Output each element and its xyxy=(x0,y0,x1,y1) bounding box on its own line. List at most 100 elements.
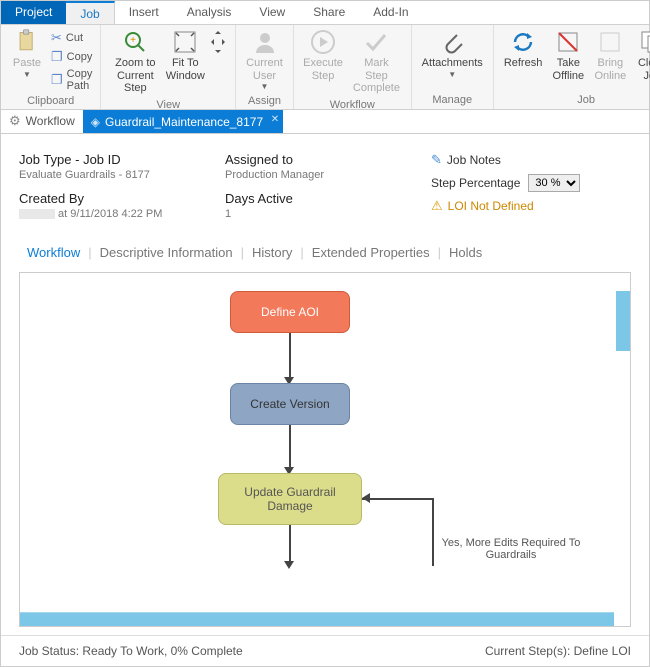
arrowhead-icon xyxy=(284,561,294,569)
copy-button[interactable]: Copy xyxy=(49,48,94,66)
document-tabs: Workflow ◈ Guardrail_Maintenance_8177 ✕ xyxy=(1,110,649,134)
online-icon xyxy=(597,29,623,55)
doc-tab-guardrail[interactable]: ◈ Guardrail_Maintenance_8177 ✕ xyxy=(83,110,283,133)
intab-workflow[interactable]: Workflow xyxy=(19,245,88,260)
current-user-label: Current User xyxy=(246,57,283,82)
user-icon xyxy=(252,29,278,55)
arrows-icon xyxy=(209,29,227,55)
fit-window-icon xyxy=(172,29,198,55)
arrow xyxy=(289,525,291,565)
mark-label: Mark Step Complete xyxy=(352,57,400,95)
group-label-job: Job xyxy=(500,92,650,108)
days-value: 1 xyxy=(225,208,431,220)
group-label-assign: Assign xyxy=(242,93,287,109)
take-offline-button[interactable]: Take Offline xyxy=(548,27,588,84)
job-notes-link[interactable]: Job Notes xyxy=(431,152,631,168)
bring-online-button[interactable]: Bring Online xyxy=(590,27,630,84)
tab-share[interactable]: Share xyxy=(299,1,359,24)
status-bar: Job Status: Ready To Work, 0% Complete C… xyxy=(1,635,649,666)
attachments-label: Attachments xyxy=(422,57,483,70)
warning-icon xyxy=(431,198,443,214)
pan-arrows-button[interactable] xyxy=(207,27,229,57)
tab-job[interactable]: Job xyxy=(66,1,114,24)
group-label-clipboard: Clipboard xyxy=(7,93,94,109)
intab-holds[interactable]: Holds xyxy=(441,245,490,260)
workflow-file-icon: ◈ xyxy=(91,115,100,129)
jobtype-heading: Job Type - Job ID xyxy=(19,152,225,167)
tab-view[interactable]: View xyxy=(245,1,299,24)
zoom-icon: + xyxy=(122,29,148,55)
refresh-icon xyxy=(510,29,536,55)
ribbon: Paste ▼ Cut Copy Copy Path Clipboard + Z… xyxy=(1,25,649,110)
clone-label: Clone Job xyxy=(638,57,650,82)
main-tabs: Project Job Insert Analysis View Share A… xyxy=(1,1,649,25)
group-workflow: Execute Step Mark Step Complete Workflow xyxy=(294,25,412,109)
offline-label: Take Offline xyxy=(553,57,585,82)
paste-label: Paste xyxy=(13,57,41,70)
current-user-button[interactable]: Current User ▼ xyxy=(242,27,287,93)
intab-descriptive[interactable]: Descriptive Information xyxy=(92,245,241,260)
step-percentage-row: Step Percentage 30 % xyxy=(431,174,631,192)
intab-extended[interactable]: Extended Properties xyxy=(304,245,438,260)
assigned-value: Production Manager xyxy=(225,169,431,181)
paperclip-icon xyxy=(439,29,465,55)
tab-analysis[interactable]: Analysis xyxy=(173,1,246,24)
job-details: Job Type - Job ID Evaluate Guardrails - … xyxy=(1,134,649,240)
arrow xyxy=(289,425,291,471)
vertical-scrollbar[interactable] xyxy=(616,291,630,351)
close-icon[interactable]: ✕ xyxy=(271,114,279,125)
zoom-label: Zoom to Current Step xyxy=(111,57,159,95)
execute-label: Execute Step xyxy=(303,57,343,82)
copy-path-button[interactable]: Copy Path xyxy=(49,67,94,93)
svg-text:+: + xyxy=(130,35,136,46)
chevron-down-icon: ▼ xyxy=(23,70,31,79)
refresh-button[interactable]: Refresh xyxy=(500,27,547,72)
days-heading: Days Active xyxy=(225,191,431,206)
chevron-down-icon: ▼ xyxy=(448,70,456,79)
cut-icon xyxy=(51,30,62,46)
group-assign: Current User ▼ Assign xyxy=(236,25,294,109)
assigned-heading: Assigned to xyxy=(225,152,431,167)
refresh-label: Refresh xyxy=(504,57,543,70)
node-create-version[interactable]: Create Version xyxy=(230,383,350,425)
clone-job-button[interactable]: Clone Job xyxy=(632,27,650,84)
workflow-canvas[interactable]: Define AOI Create Version Update Guardra… xyxy=(19,272,631,627)
node-define-aoi[interactable]: Define AOI xyxy=(230,291,350,333)
tab-project[interactable]: Project xyxy=(1,1,66,24)
clone-icon xyxy=(639,29,650,55)
node-update-guardrail[interactable]: Update Guardrail Damage xyxy=(218,473,362,525)
status-right: Current Step(s): Define LOI xyxy=(485,644,631,658)
group-manage: Attachments ▼ Manage xyxy=(412,25,494,109)
back-edge xyxy=(362,498,432,500)
arrowhead-icon xyxy=(362,493,370,503)
chevron-down-icon: ▼ xyxy=(261,82,269,91)
mark-complete-button[interactable]: Mark Step Complete xyxy=(348,27,404,97)
attachments-button[interactable]: Attachments ▼ xyxy=(418,27,487,81)
cut-button[interactable]: Cut xyxy=(49,29,94,47)
createdby-value: at 9/11/2018 4:22 PM xyxy=(19,208,225,220)
intab-history[interactable]: History xyxy=(244,245,300,260)
group-view: + Zoom to Current Step Fit To Window Vie… xyxy=(101,25,236,109)
horizontal-scrollbar[interactable] xyxy=(20,612,614,626)
paste-button[interactable]: Paste ▼ xyxy=(7,27,47,81)
step-percentage-label: Step Percentage xyxy=(431,176,520,190)
fit-window-button[interactable]: Fit To Window xyxy=(165,27,205,84)
tab-addin[interactable]: Add-In xyxy=(359,1,422,24)
createdby-heading: Created By xyxy=(19,191,225,206)
step-percentage-select[interactable]: 30 % xyxy=(528,174,580,192)
paste-icon xyxy=(14,29,40,55)
online-label: Bring Online xyxy=(594,57,626,82)
execute-step-button[interactable]: Execute Step xyxy=(300,27,346,84)
loi-warning: LOI Not Defined xyxy=(431,198,631,214)
doc-tab-workflow[interactable]: Workflow xyxy=(1,110,83,133)
fit-label: Fit To Window xyxy=(166,57,205,82)
zoom-current-step-button[interactable]: + Zoom to Current Step xyxy=(107,27,163,97)
status-left: Job Status: Ready To Work, 0% Complete xyxy=(19,644,243,658)
arrow xyxy=(289,333,291,381)
jobtype-value: Evaluate Guardrails - 8177 xyxy=(19,169,225,181)
check-icon xyxy=(363,29,389,55)
offline-icon xyxy=(555,29,581,55)
redacted-user xyxy=(19,209,55,219)
inner-tabs: Workflow| Descriptive Information| Histo… xyxy=(1,240,649,272)
tab-insert[interactable]: Insert xyxy=(115,1,173,24)
